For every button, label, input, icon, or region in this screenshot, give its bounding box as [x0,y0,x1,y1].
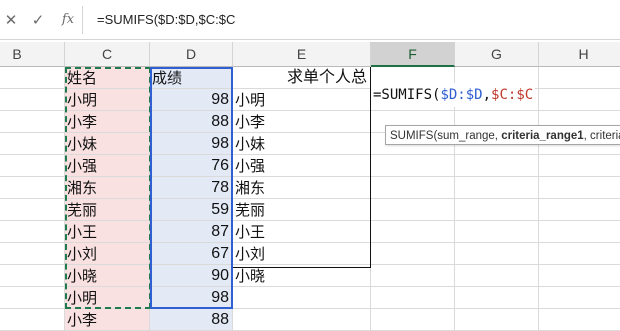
cell-d-row1[interactable]: 98 [150,89,233,111]
column-header-f[interactable]: F [371,42,455,67]
cell-h-row10[interactable] [539,287,620,309]
cell-c-row10[interactable]: 小明 [65,287,150,309]
cell-b-row5[interactable] [0,177,65,199]
cell-e-row4[interactable]: 小强 [233,155,371,177]
cell-c-row8[interactable]: 小刘 [65,243,150,265]
cell-g-row4[interactable] [455,155,539,177]
tooltip-function: SUMIFS(sum_range, [390,130,502,142]
cell-c-row9[interactable]: 小晓 [65,265,150,287]
cell-h-row7[interactable] [539,221,620,243]
column-header-h[interactable]: H [539,42,620,67]
cell-e-row0[interactable]: 求单个人总 [233,67,371,89]
cell-d-row11[interactable]: 88 [150,309,233,331]
cell-e-row9[interactable]: 小晓 [233,265,371,287]
cell-d-row5[interactable]: 78 [150,177,233,199]
insert-function-icon[interactable]: fx [57,10,79,30]
cell-b-row9[interactable] [0,265,65,287]
cell-h-row0[interactable] [539,67,620,89]
cell-h-row9[interactable] [539,265,620,287]
cell-b-row1[interactable] [0,89,65,111]
cell-b-row10[interactable] [0,287,65,309]
cell-d-row0[interactable]: 成绩 [150,67,233,89]
tooltip-rest: , criteria1 [583,130,620,142]
function-tooltip[interactable]: SUMIFS(sum_range, criteria_range1, crite… [385,125,620,145]
formula-input[interactable]: =SUMIFS($D:$D,$C:$C [97,10,235,30]
cell-d-row6[interactable]: 59 [150,199,233,221]
cell-d-row9[interactable]: 90 [150,265,233,287]
cell-b-row0[interactable] [0,67,65,89]
cell-e-row10[interactable] [233,287,371,309]
cell-e-row11[interactable] [233,309,371,331]
cell-c-row11[interactable]: 小李 [65,309,150,331]
cell-f-row4[interactable] [371,155,455,177]
cell-h-row1[interactable] [539,89,620,111]
cell-f-row6[interactable] [371,199,455,221]
tooltip-current-arg: criteria_range1 [501,130,584,142]
cell-b-row4[interactable] [0,155,65,177]
formula-ref-sum-range: $D:$D [440,87,483,103]
cell-h-row6[interactable] [539,199,620,221]
cell-b-row6[interactable] [0,199,65,221]
cell-h-row4[interactable] [539,155,620,177]
cell-c-row5[interactable]: 湘东 [65,177,150,199]
cell-h-row5[interactable] [539,177,620,199]
cell-f-row9[interactable] [371,265,455,287]
cell-b-row8[interactable] [0,243,65,265]
formula-separator: , [482,87,492,103]
formula-bar: ✕ ✓ fx =SUMIFS($D:$D,$C:$C [0,0,620,40]
cell-e-row8[interactable]: 小刘 [233,243,371,265]
cell-f-row11[interactable] [371,309,455,331]
cell-c-row3[interactable]: 小妹 [65,133,150,155]
cell-f-row10[interactable] [371,287,455,309]
cell-e-row2[interactable]: 小李 [233,111,371,133]
cell-d-row7[interactable]: 87 [150,221,233,243]
cell-h-row11[interactable] [539,309,620,331]
cell-d-row8[interactable]: 67 [150,243,233,265]
cell-f-row5[interactable] [371,177,455,199]
cell-c-row2[interactable]: 小李 [65,111,150,133]
cell-h-row8[interactable] [539,243,620,265]
cell-e-row1[interactable]: 小明 [233,89,371,111]
cell-e-row6[interactable]: 芜丽 [233,199,371,221]
formula-prefix: =SUMIFS( [373,87,441,103]
cell-g-row9[interactable] [455,265,539,287]
cell-d-row2[interactable]: 88 [150,111,233,133]
column-header-g[interactable]: G [455,42,539,67]
cell-c-row1[interactable]: 小明 [65,89,150,111]
column-header-d[interactable]: D [150,42,233,67]
cell-d-row10[interactable]: 98 [150,287,233,309]
cell-c-row4[interactable]: 小强 [65,155,150,177]
active-cell-editor[interactable]: =SUMIFS($D:$D,$C:$C [371,83,536,107]
cell-b-row7[interactable] [0,221,65,243]
cell-e-row5[interactable]: 湘东 [233,177,371,199]
cell-b-row2[interactable] [0,111,65,133]
cell-d-row3[interactable]: 98 [150,133,233,155]
column-header-c[interactable]: C [65,42,150,67]
formula-bar-divider [82,6,83,34]
column-header-b[interactable]: B [0,42,65,67]
cell-f-row8[interactable] [371,243,455,265]
cell-c-row0[interactable]: 姓名 [65,67,150,89]
cell-g-row5[interactable] [455,177,539,199]
cell-b-row3[interactable] [0,133,65,155]
cell-g-row11[interactable] [455,309,539,331]
cell-e-row3[interactable]: 小妹 [233,133,371,155]
column-header-e[interactable]: E [233,42,371,67]
cell-g-row6[interactable] [455,199,539,221]
cancel-icon[interactable]: ✕ [0,10,22,30]
cell-g-row10[interactable] [455,287,539,309]
cell-e-row7[interactable]: 小王 [233,221,371,243]
cell-g-row7[interactable] [455,221,539,243]
formula-ref-criteria-range: $C:$C [491,87,534,103]
cell-b-row11[interactable] [0,309,65,331]
cell-c-row6[interactable]: 芜丽 [65,199,150,221]
cell-c-row7[interactable]: 小王 [65,221,150,243]
enter-icon[interactable]: ✓ [27,10,49,30]
cell-g-row8[interactable] [455,243,539,265]
cell-f-row7[interactable] [371,221,455,243]
cell-d-row4[interactable]: 76 [150,155,233,177]
table-border-bottom [233,267,371,268]
